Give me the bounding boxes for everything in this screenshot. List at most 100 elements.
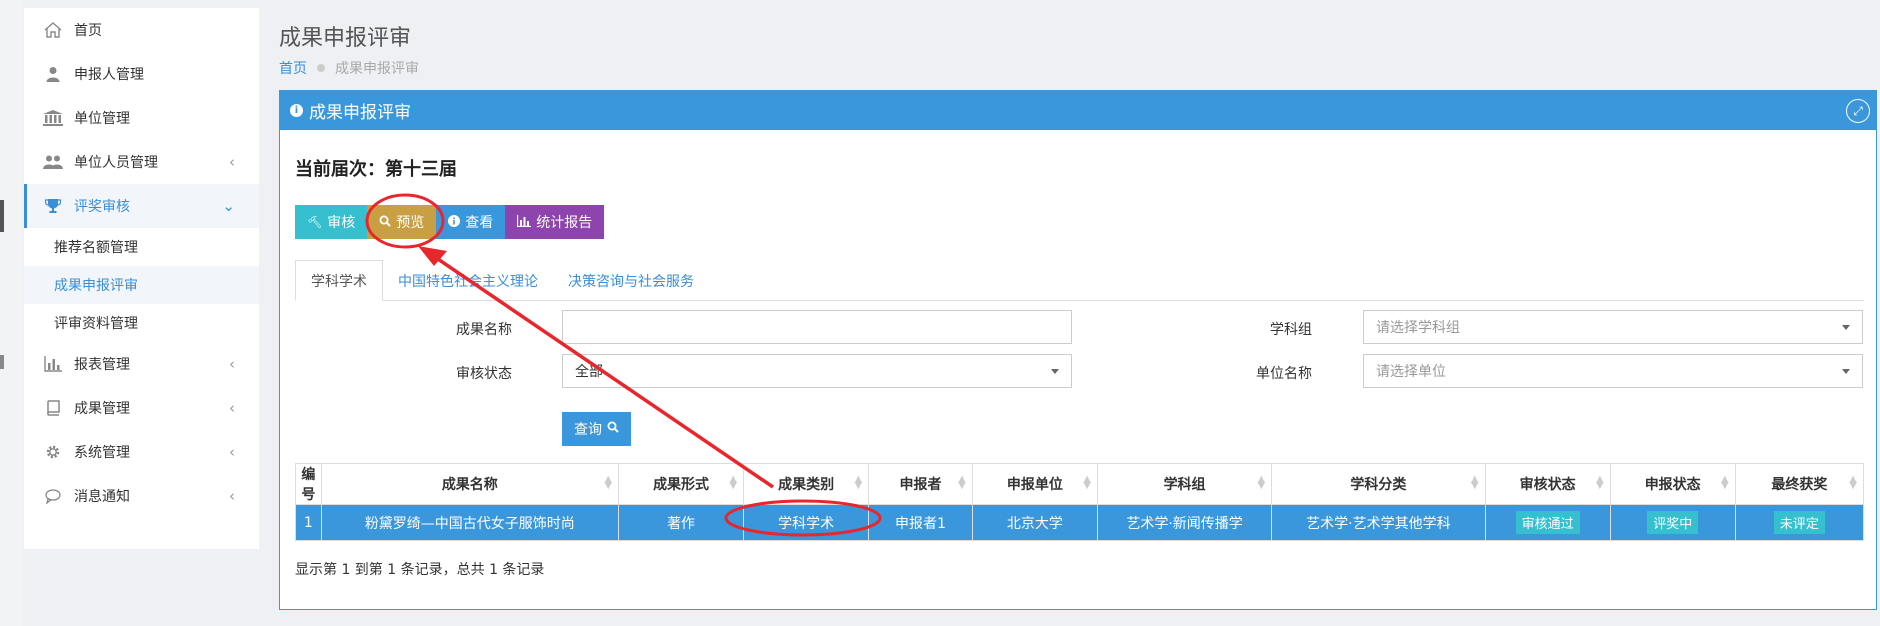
info-circle-icon: [448, 214, 461, 230]
chevron-left-icon: ‹: [229, 399, 235, 417]
status-select[interactable]: 全部: [562, 354, 1072, 388]
cell-classification: 艺术学·艺术学其他学科: [1271, 504, 1486, 541]
sidebar-item-home[interactable]: 首页: [24, 8, 259, 52]
sidebar-item-unit-staff[interactable]: 单位人员管理 ‹: [24, 140, 259, 184]
column-header-label: 最终获奖: [1771, 477, 1828, 493]
column-header[interactable]: 审核状态 ▲ ▼: [1484, 463, 1611, 505]
sidebar-item-applicants[interactable]: 申报人管理: [24, 52, 259, 96]
sidebar-item-label: 成果管理: [74, 401, 130, 417]
sort-icon: ▲ ▼: [604, 474, 613, 491]
edge-marker: [0, 200, 4, 232]
panel-header: i 成果申报评审 ⤢: [280, 91, 1876, 130]
column-header[interactable]: 申报单位 ▲ ▼: [971, 463, 1098, 505]
column-header[interactable]: 成果类别 ▲ ▼: [743, 463, 870, 505]
sidebar-item-award-review[interactable]: 评奖审核 ⌄: [24, 184, 259, 228]
status-select-value: 全部: [575, 364, 603, 380]
report-button-label: 统计报告: [536, 215, 593, 231]
sidebar-item-label: 消息通知: [74, 489, 130, 505]
column-header[interactable]: 编号: [295, 463, 322, 505]
page-title: 成果申报评审: [279, 26, 412, 51]
sidebar-subitem-quota[interactable]: 推荐名额管理: [24, 228, 259, 266]
name-field-label: 成果名称: [456, 322, 512, 338]
bar-chart-icon: [517, 214, 532, 230]
panel-title: 成果申报评审: [309, 103, 411, 123]
column-header[interactable]: 成果形式 ▲ ▼: [618, 463, 745, 505]
column-header[interactable]: 申报状态 ▲ ▼: [1609, 463, 1736, 505]
sidebar-subitem-achievement-review[interactable]: 成果申报评审: [24, 266, 259, 304]
unit-field-label: 单位名称: [1256, 366, 1312, 382]
results-table: 编号 成果名称 ▲ ▼ 成果形式 ▲ ▼ 成果类别 ▲ ▼ 申报者 ▲ ▼ 申报单位 ▲ ▼ 学科组…: [295, 463, 1865, 541]
report-button[interactable]: 统计报告: [505, 205, 605, 239]
view-button[interactable]: 查看: [436, 205, 506, 239]
search-icon: [379, 215, 391, 230]
column-header-label: 审核状态: [1519, 477, 1576, 493]
cell-title: 粉黛罗绮—中国古代女子服饰时尚: [320, 504, 620, 541]
trophy-icon: [42, 196, 64, 216]
sidebar-subitem-label: 推荐名额管理: [54, 240, 138, 256]
gear-icon: [42, 442, 64, 462]
table-header-row: 编号 成果名称 ▲ ▼ 成果形式 ▲ ▼ 成果类别 ▲ ▼ 申报者 ▲ ▼ 申报单位 ▲ ▼ 学科组…: [295, 463, 1865, 505]
chevron-left-icon: ‹: [229, 355, 235, 373]
sidebar-item-reports[interactable]: 报表管理 ‹: [24, 342, 259, 386]
tab-socialism-theory[interactable]: 中国特色社会主义理论: [383, 260, 553, 301]
column-header[interactable]: 学科组 ▲ ▼: [1096, 463, 1273, 505]
sidebar-item-label: 报表管理: [74, 357, 130, 373]
sidebar-item-achievements[interactable]: 成果管理 ‹: [24, 386, 259, 430]
sidebar-item-messages[interactable]: 消息通知 ‹: [24, 474, 259, 518]
sort-icon: ▲ ▼: [1470, 474, 1479, 491]
preview-button[interactable]: 预览: [367, 205, 437, 239]
unit-select-placeholder: 请选择单位: [1376, 364, 1446, 380]
chevron-down-icon: ⌄: [222, 197, 235, 215]
bar-chart-icon: [42, 354, 64, 374]
column-header[interactable]: 学科分类 ▲ ▼: [1271, 463, 1486, 505]
group-select[interactable]: 请选择学科组: [1363, 310, 1863, 344]
status-badge: 审核通过: [1515, 511, 1580, 534]
sidebar-item-label: 首页: [74, 23, 102, 39]
breadcrumb-separator: [317, 64, 325, 72]
user-icon: [42, 64, 64, 84]
expand-icon[interactable]: ⤢: [1846, 99, 1870, 123]
cell-review-status: 审核通过: [1484, 504, 1611, 541]
action-toolbar: 🔨︎ 审核 预览 查看 统计报告: [295, 205, 605, 239]
caret-down-icon: [1051, 369, 1059, 374]
pagination-info: 显示第 1 到第 1 条记录，总共 1 条记录: [295, 562, 545, 578]
bank-icon: [42, 108, 64, 128]
tab-decision-consulting[interactable]: 决策咨询与社会服务: [553, 260, 709, 301]
preview-button-label: 预览: [396, 215, 425, 231]
column-header-label: 成果名称: [441, 477, 498, 493]
sidebar-subitem-review-materials[interactable]: 评审资料管理: [24, 304, 259, 342]
sort-icon: ▲ ▼: [854, 474, 863, 491]
left-edge-strip: [0, 0, 22, 626]
name-input[interactable]: [562, 310, 1072, 344]
sort-icon: ▲ ▼: [1083, 474, 1091, 491]
book-icon: [42, 398, 64, 418]
breadcrumb-home-link[interactable]: 首页: [279, 58, 307, 78]
column-header[interactable]: 申报者 ▲ ▼: [868, 463, 973, 505]
sidebar-item-label: 评奖审核: [74, 199, 130, 215]
sidebar-item-label: 单位人员管理: [74, 155, 158, 171]
tab-discipline-academic[interactable]: 学科学术: [295, 260, 383, 301]
cell-application-status: 评奖中: [1609, 504, 1736, 541]
cell-category: 学科学术: [743, 504, 870, 541]
column-header[interactable]: 最终获奖 ▲ ▼: [1734, 463, 1865, 505]
review-button-label: 审核: [327, 215, 356, 231]
query-button[interactable]: 查询: [562, 412, 631, 446]
cell-final-award: 未评定: [1734, 504, 1865, 541]
unit-select[interactable]: 请选择单位: [1363, 354, 1863, 388]
column-header-label: 学科组: [1163, 477, 1206, 493]
column-header-label: 学科分类: [1350, 477, 1407, 493]
breadcrumb: 首页 成果申报评审: [279, 58, 419, 78]
sidebar-item-units[interactable]: 单位管理: [24, 96, 259, 140]
sort-icon: ▲ ▼: [1849, 474, 1857, 491]
sort-icon: ▲ ▼: [1595, 474, 1604, 491]
sidebar-item-system[interactable]: 系统管理 ‹: [24, 430, 259, 474]
table-row[interactable]: 1 粉黛罗绮—中国古代女子服饰时尚 著作 学科学术 申报者1 北京大学 艺术学·…: [295, 504, 1865, 541]
column-header[interactable]: 成果名称 ▲ ▼: [320, 463, 620, 505]
message-icon: [42, 486, 64, 506]
review-button[interactable]: 🔨︎ 审核: [295, 205, 368, 239]
status-badge: 评奖中: [1647, 511, 1699, 534]
column-header-label: 成果类别: [778, 477, 835, 493]
main-panel: i 成果申报评审 ⤢ 当前届次：第十三届 🔨︎ 审核 预览 查看 统计报告 学科…: [279, 90, 1877, 610]
sort-icon: ▲ ▼: [729, 474, 738, 491]
current-session: 当前届次：第十三届: [295, 159, 457, 180]
